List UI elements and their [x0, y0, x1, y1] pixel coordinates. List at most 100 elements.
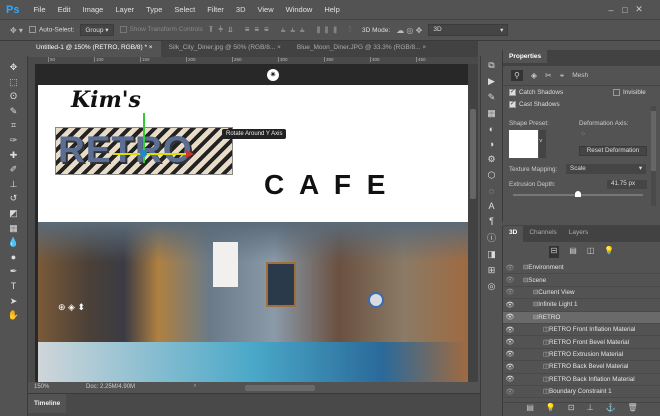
actions-icon[interactable]: ▶: [488, 76, 495, 87]
quick-select-tool-icon[interactable]: ✎: [10, 104, 18, 119]
visibility-eye-icon[interactable]: 👁: [503, 264, 517, 272]
tab-3d[interactable]: 3D: [503, 226, 524, 242]
drop-to-ground-icon[interactable]: ⊥: [587, 403, 594, 416]
menu-file[interactable]: File: [27, 5, 51, 14]
close-button[interactable]: ✕: [632, 4, 646, 15]
tab-blue-moon-diner[interactable]: Blue_Moon_Diner.JPG @ 33.3% (RGB/8... ×: [289, 41, 434, 57]
properties-tab[interactable]: Properties: [503, 50, 548, 63]
scene-item[interactable]: 👁 ◫ RETRO Back Inflation Material: [503, 374, 660, 386]
crop-tool-icon[interactable]: ⌗: [11, 118, 16, 133]
pen-tool-icon[interactable]: ✒: [10, 264, 18, 279]
menu-select[interactable]: Select: [168, 5, 201, 14]
menu-3d[interactable]: 3D: [230, 5, 252, 14]
hand-tool-icon[interactable]: ✋: [8, 308, 19, 323]
scene-item[interactable]: 👁 ⊟ RETRO: [503, 311, 660, 324]
visibility-eye-icon[interactable]: 👁: [503, 301, 517, 309]
swatches-icon[interactable]: ▦: [487, 108, 496, 119]
paths-icon[interactable]: ◌: [489, 186, 494, 196]
show-transform-controls[interactable]: Show Transform Controls: [119, 26, 203, 34]
move-tool-icon[interactable]: ✥ ▾: [10, 26, 23, 35]
vertical-scrollbar[interactable]: [468, 64, 478, 382]
libraries-icon[interactable]: ◨: [487, 249, 496, 260]
cap-icon[interactable]: ✂: [545, 71, 552, 80]
menu-type[interactable]: Type: [140, 5, 168, 14]
deformation-axis-grid-icon[interactable]: ⁘: [580, 130, 586, 138]
materials-filter-icon[interactable]: ◫: [587, 246, 595, 258]
menu-layer[interactable]: Layer: [109, 5, 140, 14]
whole-scene-filter-icon[interactable]: ⊟: [548, 246, 560, 258]
gradient-tool-icon[interactable]: ▦: [9, 221, 18, 236]
extrusion-depth-slider[interactable]: [513, 191, 643, 197]
lights-filter-icon[interactable]: 💡: [604, 246, 614, 258]
document-canvas[interactable]: ✷ Kim's RETRO Rotate Around Y Axis C A F…: [35, 64, 468, 382]
color-icon[interactable]: ◐: [489, 124, 494, 134]
x-axis-gizmo[interactable]: [113, 153, 188, 155]
scene-item[interactable]: 👁 ◫ RETRO Back Bevel Material: [503, 361, 660, 374]
scene-item[interactable]: 👁 ◫ RETRO Front Inflation Material: [503, 324, 660, 337]
history-brush-tool-icon[interactable]: ↺: [10, 191, 18, 206]
constraint-icon[interactable]: ⚓: [606, 403, 616, 416]
timeline-icon[interactable]: ◎: [488, 281, 496, 292]
scene-item[interactable]: 👁 ⊟ Infinite Light 1: [503, 299, 660, 312]
slider-thumb[interactable]: [575, 191, 581, 197]
visibility-eye-icon[interactable]: 👁: [503, 350, 517, 358]
group-select[interactable]: Group ▾: [80, 24, 114, 36]
3d-mode-icons[interactable]: ☁ ◎ ✥: [396, 26, 422, 35]
eyedropper-tool-icon[interactable]: ✑: [10, 133, 18, 148]
timeline-tab[interactable]: Timeline: [28, 394, 67, 413]
x-axis-arrow-icon[interactable]: [186, 150, 194, 158]
marquee-tool-icon[interactable]: ⬚: [9, 75, 18, 90]
path-selection-tool-icon[interactable]: ➤: [10, 294, 18, 309]
maximize-button[interactable]: □: [618, 5, 632, 15]
light-icon[interactable]: ✷: [267, 69, 279, 81]
styles-icon[interactable]: ⚙: [487, 154, 495, 165]
eraser-tool-icon[interactable]: ◩: [9, 206, 18, 221]
move-tool-icon[interactable]: ✥: [10, 60, 18, 75]
lasso-tool-icon[interactable]: ʘ: [10, 89, 17, 104]
paragraph-icon[interactable]: ¶: [489, 216, 494, 226]
menu-help[interactable]: Help: [318, 5, 345, 14]
meshes-filter-icon[interactable]: ▤: [569, 246, 577, 258]
scene-item[interactable]: 👁 ◫ RETRO Front Bevel Material: [503, 336, 660, 349]
menu-image[interactable]: Image: [77, 5, 110, 14]
3d-workspace-select[interactable]: 3D ▾: [428, 24, 509, 36]
visibility-eye-icon[interactable]: 👁: [503, 326, 517, 334]
menu-filter[interactable]: Filter: [201, 5, 230, 14]
texture-mapping-select[interactable]: Scale ▾: [566, 164, 646, 174]
menu-window[interactable]: Window: [280, 5, 319, 14]
properties-scrollbar[interactable]: [651, 106, 656, 206]
adjustments-icon[interactable]: ◑: [489, 139, 494, 149]
shape-preset-dropdown[interactable]: ˅: [539, 130, 546, 158]
scene-item[interactable]: 👁 ⊟ Scene: [503, 274, 660, 287]
healing-tool-icon[interactable]: ✚: [10, 148, 18, 163]
visibility-eye-icon[interactable]: 👁: [503, 288, 517, 296]
zoom-level[interactable]: 150%: [34, 384, 49, 390]
cast-shadows-checkbox[interactable]: ✓ Cast Shadows: [509, 101, 560, 108]
delete-icon[interactable]: 🗑: [628, 403, 638, 416]
scene-item[interactable]: 👁 ◫ RETRO Extrusion Material: [503, 349, 660, 362]
shape-preset-thumbnail[interactable]: [509, 130, 538, 158]
menu-edit[interactable]: Edit: [52, 5, 77, 14]
clone-stamp-tool-icon[interactable]: ⊥: [10, 177, 18, 192]
reset-deformation-button[interactable]: Reset Deformation: [579, 146, 647, 156]
horizontal-scrollbar[interactable]: [245, 385, 315, 391]
render-icon[interactable]: ⊡: [568, 403, 575, 416]
scene-item[interactable]: 👁 ⊟ Environment: [503, 262, 660, 275]
visibility-eye-icon[interactable]: 👁: [503, 313, 517, 321]
invisible-checkbox[interactable]: Invisible: [613, 89, 646, 96]
status-menu-arrow-icon[interactable]: ›: [194, 383, 196, 389]
scene-item[interactable]: 👁 ⊟ Current View: [503, 287, 660, 300]
3d-axis-widget-icon[interactable]: ⊕ ◈ ⬍: [58, 302, 85, 313]
catch-shadows-checkbox[interactable]: ✓ Catch Shadows: [509, 89, 563, 96]
info-icon[interactable]: ⓘ: [487, 231, 496, 244]
brush-panel-icon[interactable]: ✎: [488, 92, 496, 103]
z-axis-gizmo[interactable]: [140, 150, 147, 157]
tab-channels[interactable]: Channels: [523, 226, 562, 242]
type-tool-icon[interactable]: T: [11, 279, 17, 294]
dodge-tool-icon[interactable]: ●: [11, 250, 16, 265]
visibility-eye-icon[interactable]: 👁: [503, 388, 517, 396]
tab-silk-city-diner[interactable]: Silk_City_Diner.jpg @ 50% (RGB/8... ×: [161, 41, 289, 57]
tab-layers[interactable]: Layers: [563, 226, 595, 242]
mesh-icon[interactable]: ⚲: [511, 70, 523, 81]
new-mesh-icon[interactable]: ▤: [526, 403, 534, 416]
